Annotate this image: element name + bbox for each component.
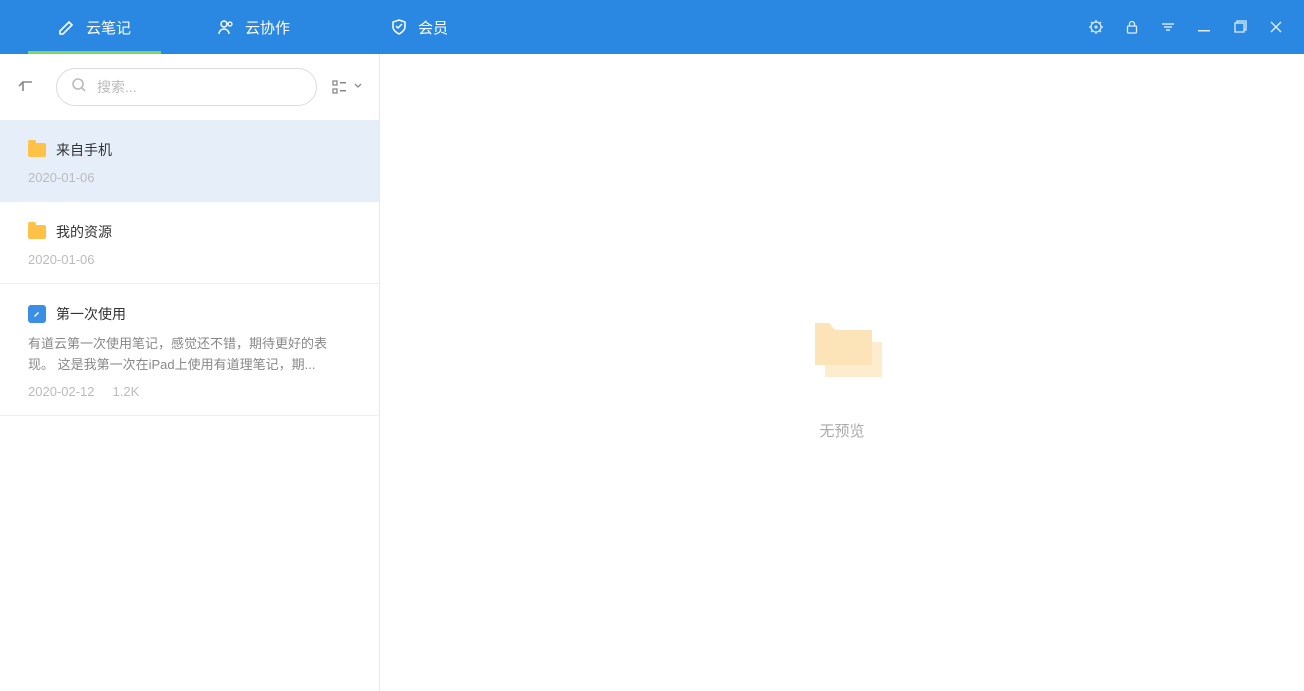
note-title: 第一次使用 [56, 304, 126, 324]
pencil-icon [58, 18, 76, 36]
chevron-down-icon [353, 78, 363, 96]
people-icon [217, 18, 235, 36]
note-size: 1.2K [113, 384, 140, 399]
lock-icon[interactable] [1124, 19, 1140, 35]
tab-label: 会员 [418, 17, 448, 38]
settings-icon[interactable] [1088, 19, 1104, 35]
note-icon [28, 305, 46, 323]
empty-state-text: 无预览 [819, 420, 864, 441]
minimize-icon[interactable] [1196, 19, 1212, 35]
note-date: 2020-01-06 [28, 170, 95, 185]
tab-cloud-notes[interactable]: 云笔记 [28, 0, 161, 54]
folder-icon [28, 225, 46, 239]
note-preview: 有道云第一次使用笔记，感觉还不错，期待更好的表现。 这是我第一次在iPad上使用… [28, 334, 351, 376]
main-area: 来自手机 2020-01-06 我的资源 2020-01-06 [0, 54, 1304, 691]
list-item-folder[interactable]: 我的资源 2020-01-06 [0, 202, 379, 284]
app-header: 云笔记 云协作 会员 [0, 0, 1304, 54]
sidebar: 来自手机 2020-01-06 我的资源 2020-01-06 [0, 54, 380, 691]
tab-label: 云协作 [245, 17, 290, 38]
note-title: 来自手机 [56, 140, 112, 160]
note-list: 来自手机 2020-01-06 我的资源 2020-01-06 [0, 120, 379, 416]
list-item-folder[interactable]: 来自手机 2020-01-06 [0, 120, 379, 202]
header-tabs: 云笔记 云协作 会员 [28, 0, 478, 54]
sync-icon[interactable] [1160, 19, 1176, 35]
search-field[interactable] [97, 79, 302, 95]
close-icon[interactable] [1268, 19, 1284, 35]
view-toggle[interactable] [331, 78, 363, 96]
search-row [0, 54, 379, 120]
window-controls [1088, 19, 1304, 35]
folder-icon [28, 143, 46, 157]
tab-member[interactable]: 会员 [360, 0, 478, 54]
maximize-icon[interactable] [1232, 19, 1248, 35]
shield-icon [390, 18, 408, 36]
note-title: 我的资源 [56, 222, 112, 242]
note-date: 2020-01-06 [28, 252, 95, 267]
list-item-note[interactable]: 第一次使用 有道云第一次使用笔记，感觉还不错，期待更好的表现。 这是我第一次在i… [0, 284, 379, 416]
content-area: 无预览 [380, 54, 1304, 691]
search-input-container[interactable] [56, 68, 317, 106]
tab-label: 云笔记 [86, 17, 131, 38]
empty-folder-icon [797, 305, 887, 390]
search-icon [71, 77, 87, 98]
note-date: 2020-02-12 [28, 384, 95, 399]
tab-cloud-collab[interactable]: 云协作 [187, 0, 320, 54]
back-button[interactable] [12, 77, 42, 97]
